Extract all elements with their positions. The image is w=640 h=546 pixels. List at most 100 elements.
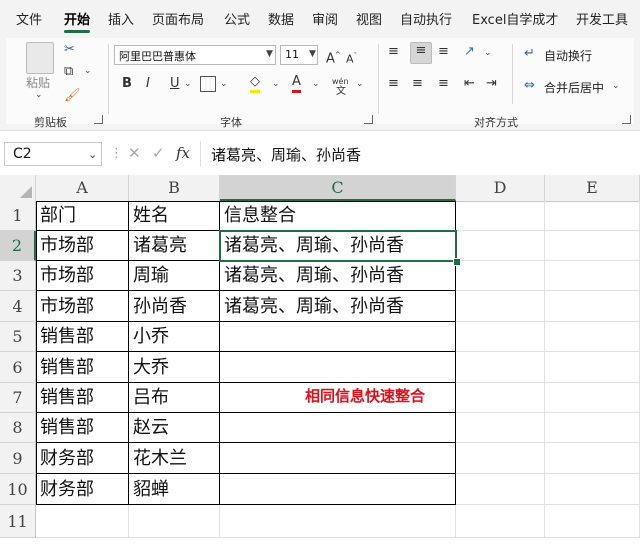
- alignment-launcher-icon[interactable]: [622, 115, 631, 124]
- menu-file[interactable]: 文件: [16, 9, 42, 28]
- menu-home[interactable]: 开始: [64, 9, 90, 28]
- cell-d11[interactable]: [456, 505, 545, 538]
- italic-button[interactable]: I: [146, 76, 150, 92]
- cell-a8[interactable]: 销售部: [36, 413, 129, 443]
- font-name-select[interactable]: 阿里巴巴普惠体: [114, 45, 276, 65]
- menu-data[interactable]: 数据: [268, 9, 294, 28]
- cell-e7[interactable]: [545, 383, 640, 413]
- decrease-font-icon[interactable]: Aˇ: [346, 48, 357, 68]
- cell-d7[interactable]: [456, 383, 545, 413]
- row-header-11[interactable]: 11: [0, 505, 36, 538]
- cell-d2[interactable]: [456, 231, 545, 261]
- cell-a10[interactable]: 财务部: [36, 474, 129, 505]
- font-color-dropdown-icon[interactable]: ⌄: [312, 79, 320, 89]
- column-header-b[interactable]: B: [129, 175, 220, 201]
- cell-c11[interactable]: [220, 505, 456, 538]
- cell-a4[interactable]: 市场部: [36, 291, 129, 322]
- wrap-text-button[interactable]: 自动换行: [544, 47, 592, 64]
- cell-d3[interactable]: [456, 261, 545, 291]
- menu-formulas[interactable]: 公式: [224, 9, 250, 28]
- cell-c10[interactable]: [220, 474, 456, 505]
- underline-dropdown-icon[interactable]: ⌄: [184, 79, 192, 89]
- column-header-e[interactable]: E: [545, 175, 640, 201]
- cell-b1[interactable]: 姓名: [129, 201, 220, 231]
- cell-a6[interactable]: 销售部: [36, 352, 129, 383]
- cell-b4[interactable]: 孙尚香: [129, 291, 220, 322]
- cell-b2[interactable]: 诸葛亮: [129, 231, 220, 261]
- row-header-10[interactable]: 10: [0, 474, 36, 505]
- increase-font-icon[interactable]: A^: [326, 47, 341, 67]
- cell-c4[interactable]: 诸葛亮、周瑜、孙尚香: [220, 291, 456, 322]
- decrease-indent-icon[interactable]: ⇤: [464, 76, 475, 92]
- paste-icon[interactable]: [26, 42, 54, 74]
- menu-excel-learn[interactable]: Excel自学成才: [472, 9, 558, 28]
- menu-insert[interactable]: 插入: [108, 9, 134, 28]
- increase-indent-icon[interactable]: ⇥: [486, 76, 497, 92]
- orientation-dropdown-icon[interactable]: ⌄: [484, 48, 492, 58]
- menu-page-layout[interactable]: 页面布局: [152, 9, 204, 28]
- orientation-icon[interactable]: ↗: [464, 44, 475, 60]
- cell-b9[interactable]: 花木兰: [129, 443, 220, 474]
- copy-icon[interactable]: ⧉: [64, 64, 73, 80]
- align-middle-icon[interactable]: ≡: [410, 42, 432, 64]
- font-name-chevron-icon[interactable]: ▼: [266, 49, 273, 59]
- cell-d5[interactable]: [456, 322, 545, 352]
- paste-dropdown-icon[interactable]: ⌄: [35, 90, 43, 100]
- column-header-a[interactable]: A: [36, 175, 129, 201]
- bold-button[interactable]: B: [122, 76, 132, 92]
- select-all-corner[interactable]: [0, 175, 36, 201]
- cell-e11[interactable]: [545, 505, 640, 538]
- cell-c3[interactable]: 诸葛亮、周瑜、孙尚香: [220, 261, 456, 291]
- underline-button[interactable]: U: [170, 76, 180, 92]
- cell-e9[interactable]: [545, 443, 640, 474]
- borders-dropdown-icon[interactable]: ⌄: [220, 79, 228, 89]
- cell-d8[interactable]: [456, 413, 545, 443]
- cell-e2[interactable]: [545, 231, 640, 261]
- cell-c5[interactable]: [220, 322, 456, 352]
- column-header-d[interactable]: D: [456, 175, 545, 201]
- enter-icon[interactable]: ✓: [152, 145, 165, 161]
- clipboard-launcher-icon[interactable]: [94, 115, 103, 124]
- formula-input[interactable]: 诸葛亮、周瑜、孙尚香: [211, 144, 361, 165]
- row-header-4[interactable]: 4: [0, 291, 36, 322]
- cell-b3[interactable]: 周瑜: [129, 261, 220, 291]
- name-box-chevron-icon[interactable]: ⌄: [88, 148, 97, 161]
- insert-function-icon[interactable]: fx: [176, 145, 190, 161]
- phonetic-dropdown-icon[interactable]: ⌄: [356, 79, 364, 89]
- cell-a9[interactable]: 财务部: [36, 443, 129, 474]
- cell-d10[interactable]: [456, 474, 545, 505]
- row-header-9[interactable]: 9: [0, 443, 36, 474]
- cell-c1[interactable]: 信息整合: [220, 201, 456, 231]
- cell-c6[interactable]: [220, 352, 456, 383]
- cell-d4[interactable]: [456, 291, 545, 322]
- align-top-icon[interactable]: ≡: [388, 44, 399, 60]
- cell-b7[interactable]: 吕布: [129, 383, 220, 413]
- font-launcher-icon[interactable]: [364, 115, 373, 124]
- row-header-2[interactable]: 2: [0, 231, 36, 261]
- more-dots-icon[interactable]: ⋮: [110, 146, 123, 162]
- cell-d6[interactable]: [456, 352, 545, 383]
- cell-b5[interactable]: 小乔: [129, 322, 220, 352]
- row-header-7[interactable]: 7: [0, 383, 36, 413]
- cell-d9[interactable]: [456, 443, 545, 474]
- cell-b10[interactable]: 貂蝉: [129, 474, 220, 505]
- cell-e4[interactable]: [545, 291, 640, 322]
- cell-b8[interactable]: 赵云: [129, 413, 220, 443]
- cell-e6[interactable]: [545, 352, 640, 383]
- cell-a2[interactable]: 市场部: [36, 231, 129, 261]
- row-header-3[interactable]: 3: [0, 261, 36, 291]
- borders-icon[interactable]: [200, 76, 216, 92]
- cell-a3[interactable]: 市场部: [36, 261, 129, 291]
- row-header-6[interactable]: 6: [0, 352, 36, 383]
- menu-developer[interactable]: 开发工具: [576, 9, 628, 28]
- align-right-icon[interactable]: ≡: [438, 76, 449, 92]
- cell-c9[interactable]: [220, 443, 456, 474]
- align-bottom-icon[interactable]: ≡: [438, 44, 449, 60]
- copy-dropdown-icon[interactable]: ⌄: [84, 66, 92, 76]
- merge-center-button[interactable]: 合并后居中: [544, 79, 604, 96]
- cell-a7[interactable]: 销售部: [36, 383, 129, 413]
- align-center-icon[interactable]: ≡: [412, 76, 423, 92]
- cell-e3[interactable]: [545, 261, 640, 291]
- font-size-chevron-icon[interactable]: ▼: [309, 49, 316, 59]
- format-painter-icon[interactable]: 🖌: [64, 88, 81, 104]
